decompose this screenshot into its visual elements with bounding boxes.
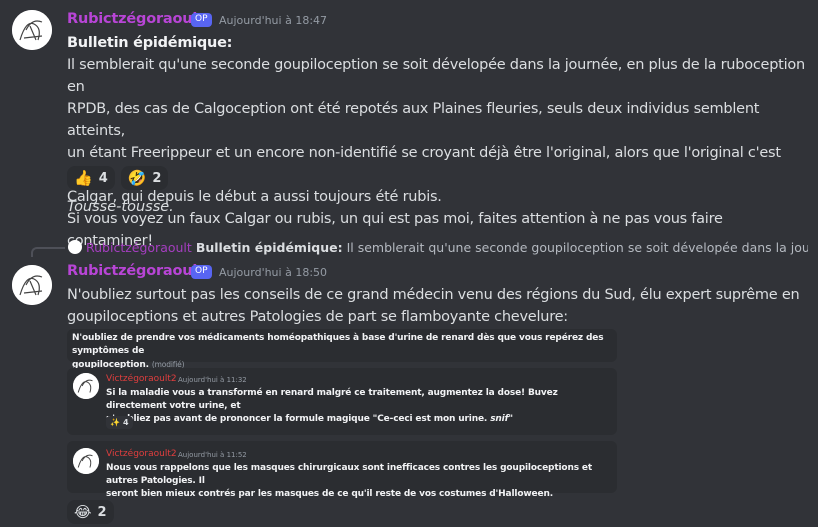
embed-text: Nous vous rappelons que les masques chir…	[106, 462, 614, 501]
message-line: RPDB, des cas de Calgoception ont été re…	[67, 101, 760, 139]
embedded-screenshot-msg-a[interactable]: Victzégoraoult2 Aujourd'hui à 11:32 Si l…	[67, 368, 617, 435]
message-body: N'oubliez surtout pas les conseils de ce…	[67, 284, 812, 328]
embed-reaction: ✨ 4	[106, 416, 133, 429]
reaction-joy[interactable]: 😂 2	[67, 500, 114, 524]
reaction-count: 4	[122, 418, 129, 427]
sketch-avatar-icon	[12, 10, 52, 50]
embed-text-line: n'oubliez pas avant de prononcer la form…	[106, 414, 488, 424]
timestamp: Aujourd'hui à 18:50	[219, 266, 328, 279]
sparkles-icon: ✨	[110, 418, 120, 427]
reaction-count: 2	[97, 504, 107, 520]
username[interactable]: Rubictzégoraoult	[67, 263, 204, 279]
message-line: Il semblerait qu'une seconde goupilocept…	[67, 57, 805, 95]
message-line: Calgar, qui depuis le début a aussi touj…	[67, 189, 442, 205]
thumbs-up-icon: 👍	[74, 169, 93, 187]
message-line: goupiloceptions et autres Patologies de …	[67, 309, 568, 325]
reply-heading: Bulletin épidémique:	[195, 239, 343, 255]
reaction-count: 4	[98, 170, 108, 186]
reaction-bar: 😂 2	[67, 500, 114, 524]
message-body: Bulletin épidémique: Il semblerait qu'un…	[67, 32, 812, 252]
timestamp: Aujourd'hui à 18:47	[219, 14, 328, 27]
sketch-avatar-icon	[73, 448, 99, 474]
message-line: un étant Freerippeur et un encore non-id…	[67, 145, 781, 183]
user-avatar[interactable]	[12, 10, 52, 50]
sketch-avatar-icon	[12, 265, 52, 305]
reply-avatar	[68, 240, 82, 254]
user-avatar[interactable]	[12, 265, 52, 305]
embed-text: Si la maladie vous a transformé en renar…	[106, 387, 614, 426]
reply-excerpt: Il semblerait qu'une seconde goupilocept…	[346, 239, 808, 255]
message-line: N'oubliez surtout pas les conseils de ce…	[67, 287, 800, 303]
reply-username[interactable]: Rubictzégoraoult	[86, 240, 192, 255]
reaction-rofl[interactable]: 🤣 2	[120, 166, 169, 190]
reaction-thumbs-up[interactable]: 👍 4	[67, 166, 115, 190]
op-badge: OP	[191, 265, 212, 279]
embed-username: Victzégoraoult2	[106, 449, 177, 459]
embed-username: Victzégoraoult2	[106, 374, 177, 384]
rofl-icon: 🤣	[127, 169, 147, 187]
embed-text-line: Nous vous rappelons que les masques chir…	[106, 463, 592, 486]
joy-icon: 😂	[74, 503, 92, 521]
embed-avatar	[73, 373, 99, 399]
embed-quote: "	[508, 414, 513, 424]
embed-timestamp: Aujourd'hui à 11:52	[178, 451, 247, 459]
bulletin-heading: Bulletin épidémique:	[67, 35, 233, 51]
username[interactable]: Rubictzégoraoult	[67, 11, 204, 27]
reply-reference[interactable]: Rubictzégoraoult Bulletin épidémique: Il…	[68, 238, 808, 256]
sketch-avatar-icon	[73, 373, 99, 399]
embedded-screenshot-top[interactable]: N'oubliez de prendre vos médicaments hom…	[67, 329, 617, 370]
embed-text-line: seront bien mieux contrés par les masque…	[106, 489, 553, 499]
embed-note-line: N'oubliez de prendre vos médicaments hom…	[72, 333, 604, 356]
embed-avatar	[73, 448, 99, 474]
embed-text-line: Si la maladie vous a transformé en renar…	[106, 388, 558, 411]
embedded-screenshot-msg-b[interactable]: Victzégoraoult2 Aujourd'hui à 11:52 Nous…	[67, 441, 617, 499]
op-badge: OP	[191, 13, 212, 27]
reaction-bar: 👍 4 🤣 2	[67, 166, 169, 190]
message-1: Rubictzégoraoult OP Aujourd'hui à 18:47 …	[0, 0, 818, 249]
embed-italic: snif	[490, 414, 509, 424]
embed-note: N'oubliez de prendre vos médicaments hom…	[72, 332, 614, 372]
followup-message: Tousse-tousse.	[67, 199, 174, 215]
embed-timestamp: Aujourd'hui à 11:32	[178, 376, 247, 384]
reaction-count: 2	[152, 170, 162, 186]
